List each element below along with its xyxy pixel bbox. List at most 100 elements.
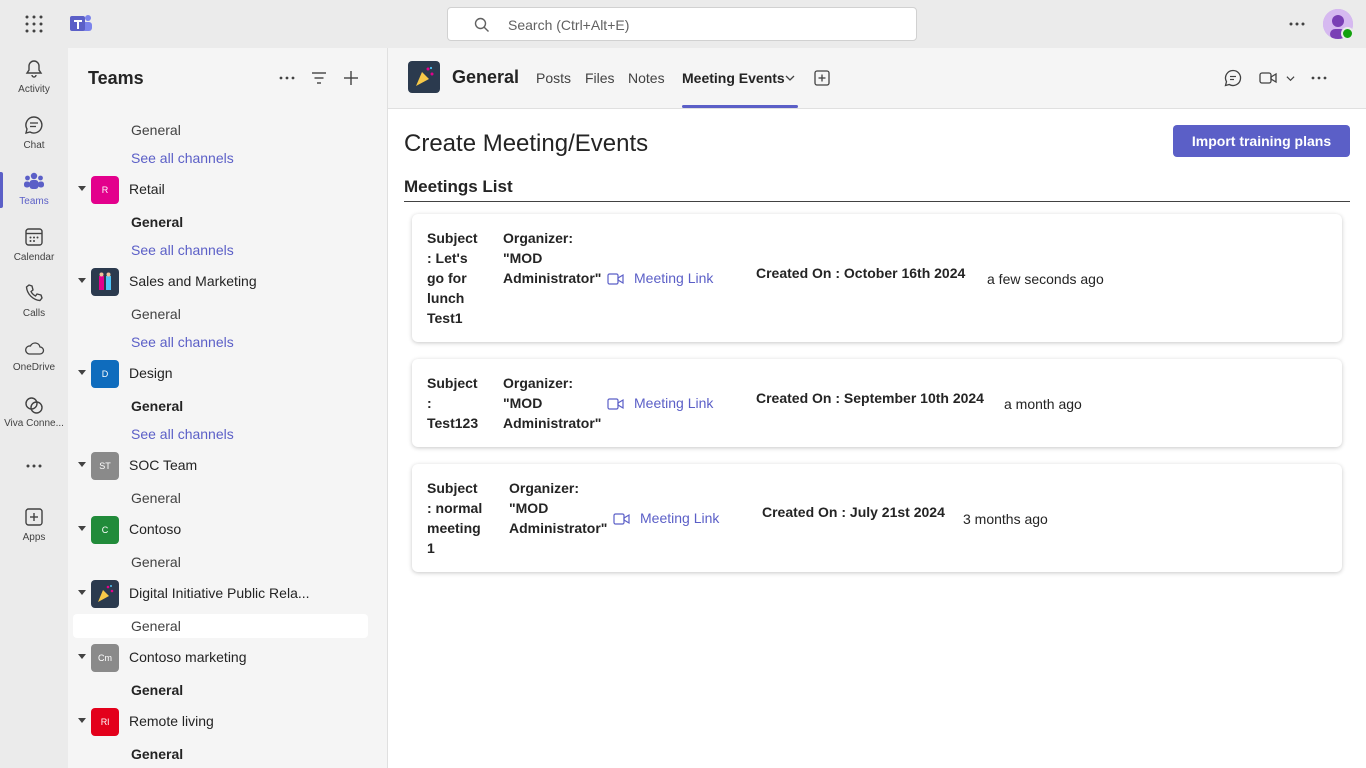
channel-header: General Posts Files Notes Meeting Events — [388, 48, 1366, 109]
add-icon[interactable] — [341, 68, 361, 88]
meeting-subject: Subject : Test123 — [427, 373, 478, 433]
team-avatar: Cm — [91, 644, 119, 672]
search-box[interactable]: Search (Ctrl+Alt+E) — [447, 7, 917, 41]
rail-label: Chat — [23, 140, 45, 151]
more-options-icon[interactable] — [1287, 14, 1307, 34]
channel-item[interactable]: General — [73, 210, 368, 234]
party-popper-icon — [416, 66, 434, 86]
rail-more-apps[interactable] — [0, 440, 68, 480]
team-item-digital-initiative[interactable]: Digital Initiative Public Rela... — [68, 578, 387, 610]
rail-label: Calendar — [13, 252, 55, 263]
see-all-channels-link[interactable]: See all channels — [131, 426, 234, 442]
team-name: Contoso — [129, 521, 182, 537]
organizer-line: Organizer: — [509, 480, 580, 496]
channel-label: General — [131, 682, 184, 698]
meeting-link[interactable]: Meeting Link — [607, 270, 727, 288]
chevron-down-icon[interactable] — [78, 590, 86, 595]
active-tab-indicator — [682, 105, 798, 108]
tab-posts[interactable]: Posts — [536, 70, 571, 86]
rail-calendar[interactable]: Calendar — [0, 216, 68, 272]
team-item-sales-and-marketing[interactable]: Sales and Marketing — [68, 266, 387, 298]
rail-apps[interactable]: Apps — [0, 496, 68, 552]
chevron-down-icon[interactable] — [78, 370, 86, 375]
organizer-line: Administrator" — [503, 270, 602, 286]
search-input[interactable]: Search (Ctrl+Alt+E) — [508, 17, 629, 33]
meeting-subject: Subject : Let's go for lunch Test1 — [427, 228, 478, 328]
team-name: Sales and Marketing — [129, 273, 257, 289]
chevron-down-icon[interactable] — [1286, 74, 1295, 83]
app-launcher-icon[interactable] — [24, 14, 44, 34]
meeting-link-label[interactable]: Meeting Link — [634, 395, 713, 411]
created-on: Created On : July 21st 2024 — [762, 504, 945, 520]
channel-item[interactable]: General — [73, 302, 368, 326]
rail-chat[interactable]: Chat — [0, 104, 68, 160]
meeting-organizer: Organizer: "MOD Administrator" — [509, 478, 607, 538]
channel-item-selected[interactable]: General — [73, 614, 368, 638]
see-all-channels-link[interactable]: See all channels — [131, 334, 234, 350]
presence-available-icon — [1341, 27, 1354, 40]
chevron-down-icon[interactable] — [78, 278, 86, 283]
relative-time: 3 months ago — [963, 511, 1048, 527]
meeting-link-label[interactable]: Meeting Link — [634, 270, 713, 286]
channel-item[interactable]: General — [73, 394, 368, 418]
meeting-link-label[interactable]: Meeting Link — [640, 510, 719, 526]
import-training-plans-button[interactable]: Import training plans — [1173, 125, 1350, 157]
team-item-contoso[interactable]: C Contoso — [68, 514, 387, 546]
team-avatar — [91, 268, 119, 296]
meetings-list-heading: Meetings List — [404, 177, 513, 196]
rail-label: Activity — [18, 84, 50, 95]
video-camera-icon — [607, 398, 624, 410]
rail-label: Calls — [22, 308, 46, 319]
more-apps-icon — [26, 464, 42, 468]
team-item-contoso-marketing[interactable]: Cm Contoso marketing — [68, 642, 387, 674]
see-all-channels-link[interactable]: See all channels — [131, 242, 234, 258]
channel-item[interactable]: General — [73, 486, 368, 510]
team-name: Contoso marketing — [129, 649, 247, 665]
tab-files[interactable]: Files — [585, 70, 615, 86]
more-options-icon[interactable] — [1309, 68, 1329, 88]
team-name: Remote living — [129, 713, 214, 729]
subject-line: 1 — [427, 540, 435, 556]
video-camera-icon — [607, 273, 624, 285]
chevron-down-icon[interactable] — [78, 718, 86, 723]
organizer-line: Administrator" — [509, 520, 608, 536]
meeting-link[interactable]: Meeting Link — [613, 510, 733, 528]
team-item-design[interactable]: D Design — [68, 358, 387, 390]
chevron-down-icon[interactable] — [78, 526, 86, 531]
chevron-down-icon[interactable] — [785, 73, 795, 83]
more-options-icon[interactable] — [277, 68, 297, 88]
rail-calls[interactable]: Calls — [0, 272, 68, 328]
relative-time: a few seconds ago — [987, 271, 1104, 287]
channel-item[interactable]: General — [73, 118, 368, 142]
conversation-icon[interactable] — [1223, 68, 1243, 88]
chevron-down-icon[interactable] — [78, 654, 86, 659]
channel-item[interactable]: General — [73, 678, 368, 702]
tab-notes[interactable]: Notes — [628, 70, 665, 86]
phone-icon — [25, 284, 43, 302]
teams-icon — [24, 172, 44, 189]
add-tab-icon[interactable] — [812, 68, 832, 88]
tab-meeting-events[interactable]: Meeting Events — [682, 70, 785, 86]
app-rail: Activity Chat Teams Calendar Calls OneDr… — [0, 48, 68, 768]
chevron-down-icon[interactable] — [78, 186, 86, 191]
video-camera-icon[interactable] — [1258, 68, 1278, 88]
rail-onedrive[interactable]: OneDrive — [0, 328, 68, 384]
team-item-remote-living[interactable]: Rl Remote living — [68, 706, 387, 738]
channel-item[interactable]: General — [73, 550, 368, 574]
see-all-channels-link[interactable]: See all channels — [131, 150, 234, 166]
meeting-link[interactable]: Meeting Link — [607, 395, 727, 413]
rail-viva-connections[interactable]: Viva Conne... — [0, 384, 68, 440]
subject-line: Subject — [427, 480, 478, 496]
created-on: Created On : October 16th 2024 — [756, 265, 966, 281]
team-item-soc-team[interactable]: ST SOC Team — [68, 450, 387, 482]
chevron-down-icon[interactable] — [78, 462, 86, 467]
subject-line: : — [427, 395, 432, 411]
channel-item[interactable]: General — [73, 742, 368, 766]
calendar-icon — [25, 228, 43, 246]
team-item-retail[interactable]: R Retail — [68, 174, 387, 206]
filter-icon[interactable] — [309, 68, 329, 88]
rail-activity[interactable]: Activity — [0, 48, 68, 104]
subject-line: Subject — [427, 375, 478, 391]
subject-line: lunch — [427, 290, 465, 306]
rail-teams[interactable]: Teams — [0, 160, 68, 216]
